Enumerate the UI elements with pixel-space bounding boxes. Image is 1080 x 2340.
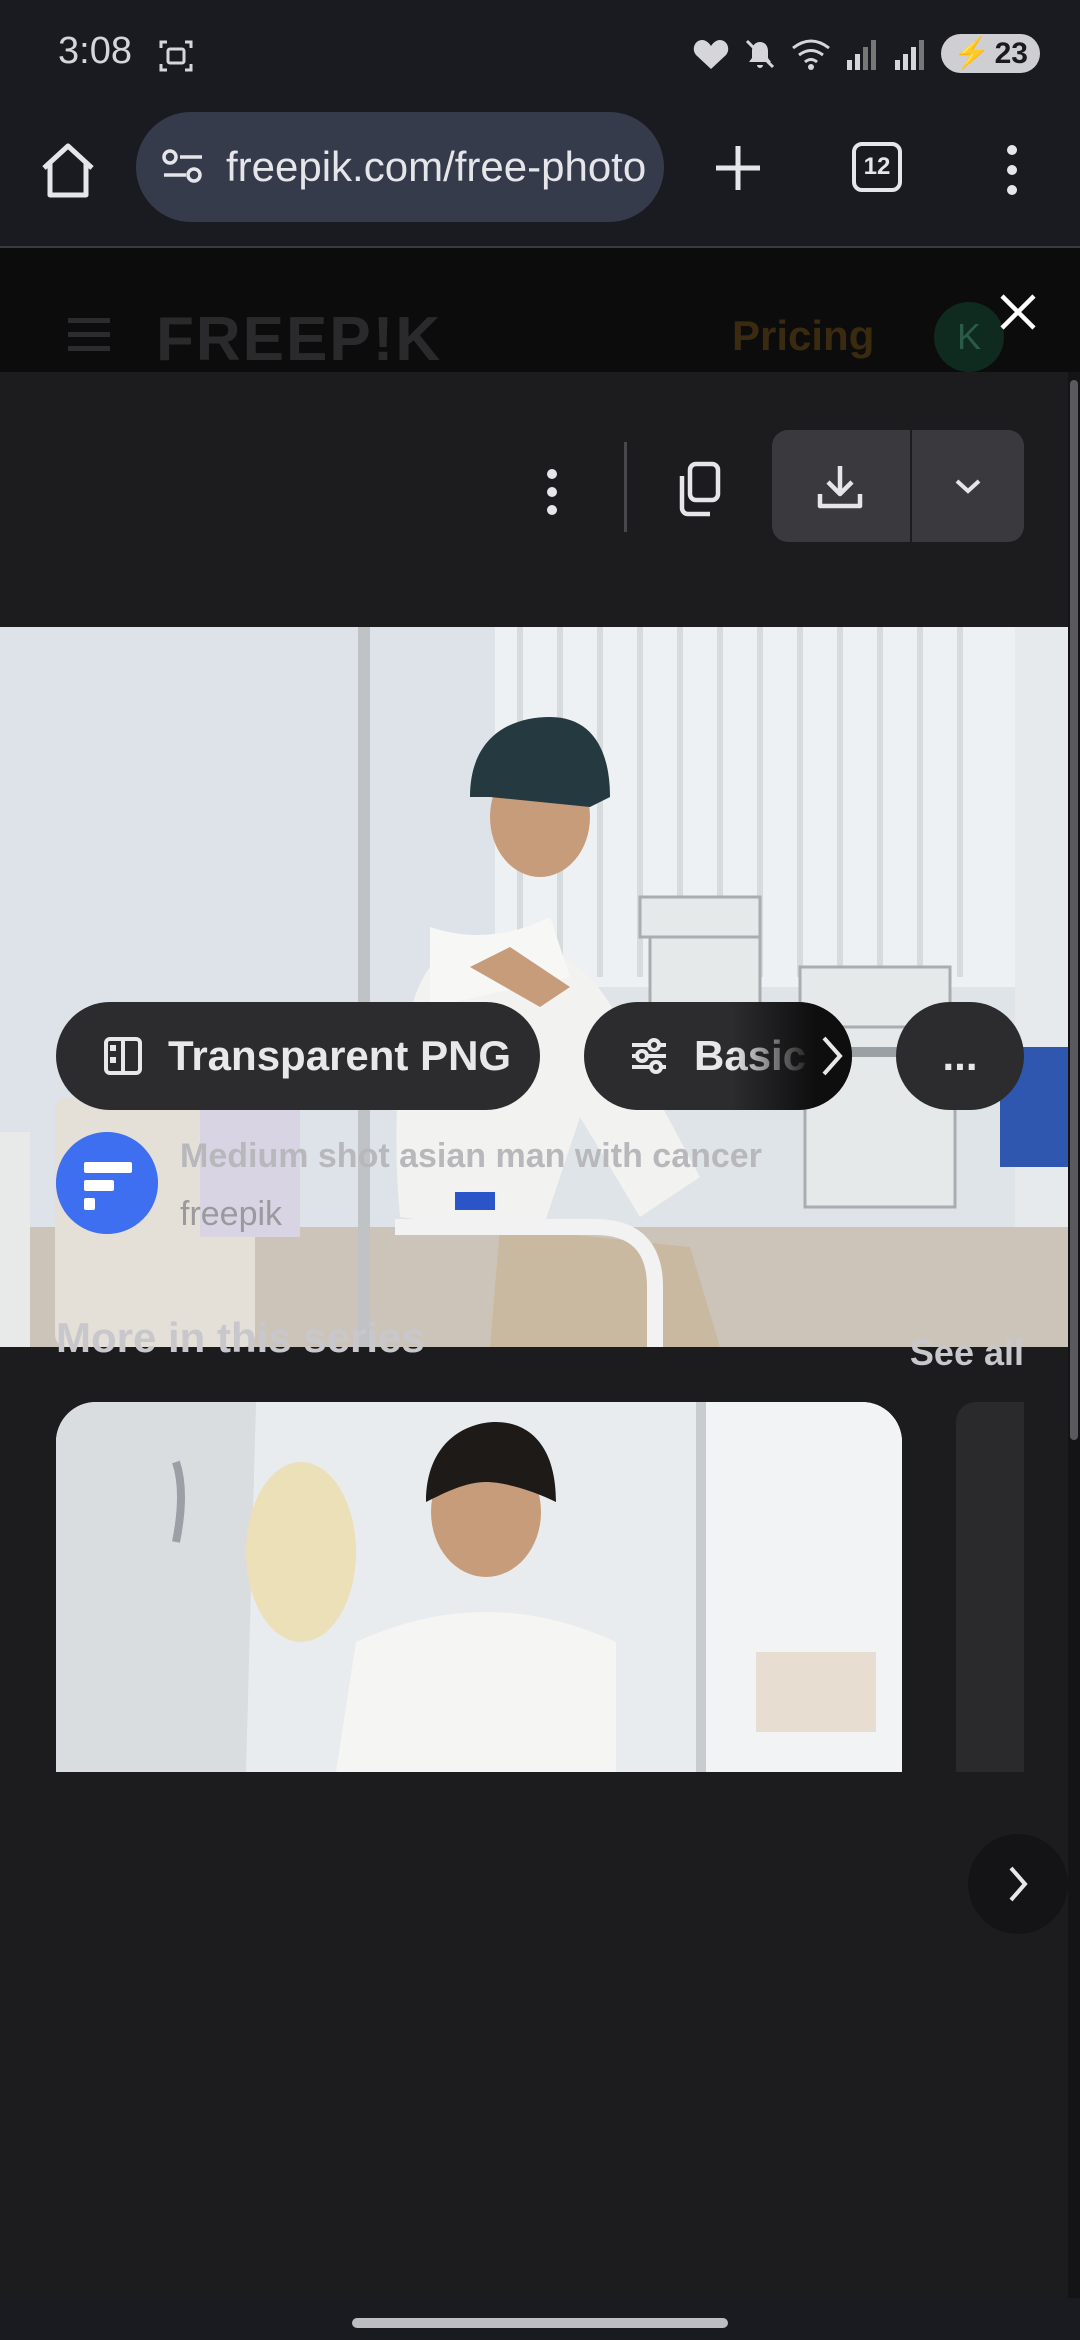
author-name[interactable]: freepik	[180, 1195, 282, 1234]
screenshot-icon	[159, 40, 193, 72]
bolt-icon: ⚡	[953, 37, 991, 70]
photo-title: Medium shot asian man with cancer	[180, 1137, 762, 1175]
see-all-link[interactable]: See all	[910, 1332, 1024, 1374]
mute-icon	[746, 39, 775, 68]
signal-icon-2	[895, 39, 925, 70]
freepik-logo[interactable]: FREEP!K	[156, 304, 442, 375]
tab-switcher-button[interactable]: 12	[852, 142, 902, 192]
series-heading: More in this series	[56, 1314, 425, 1361]
photo-detail-modal: Transparent PNG Basic ... Medium shot as…	[0, 372, 1068, 2340]
download-options-button[interactable]	[912, 430, 1024, 542]
more-tools-label: ...	[942, 1032, 978, 1079]
freepik-author-logo[interactable]	[56, 1132, 158, 1234]
transparent-png-icon	[104, 1037, 142, 1075]
close-icon[interactable]	[994, 288, 1042, 336]
modal-scrollbar-thumb[interactable]	[1070, 380, 1078, 1440]
chevron-right-icon	[1009, 1866, 1028, 1902]
sliders-icon	[632, 1038, 666, 1074]
browser-menu-icon[interactable]	[994, 138, 1030, 202]
more-options-icon[interactable]	[530, 462, 574, 522]
status-icons: ⚡ 23	[693, 34, 1040, 73]
download-button-group	[772, 430, 1024, 542]
battery-level: 23	[994, 36, 1028, 70]
copy-icon[interactable]	[670, 458, 730, 522]
address-bar[interactable]: freepik.com/free-photo	[136, 112, 664, 222]
heart-icon	[694, 39, 729, 69]
toolbar-divider	[624, 442, 627, 532]
main-photo[interactable]	[0, 627, 1068, 1347]
download-icon	[817, 466, 863, 509]
chevron-right-icon[interactable]	[818, 1032, 846, 1080]
download-button[interactable]	[772, 430, 908, 542]
basic-edit-chip[interactable]: Basic	[584, 1002, 852, 1110]
tab-count: 12	[863, 153, 891, 180]
avatar-letter: K	[956, 316, 981, 357]
system-nav-bar	[0, 2298, 1080, 2340]
home-gesture-pill[interactable]	[352, 2318, 728, 2328]
status-bar: 3:08 ⚡ 23	[0, 0, 1080, 110]
home-icon[interactable]	[36, 138, 100, 202]
chevron-down-icon	[955, 479, 981, 494]
signal-icon	[847, 39, 877, 70]
transparent-png-label: Transparent PNG	[168, 1032, 512, 1079]
carousel-next-button[interactable]	[968, 1834, 1068, 1934]
browser-toolbar: freepik.com/free-photo 12	[0, 110, 1080, 248]
new-tab-icon[interactable]	[706, 136, 770, 200]
url-text[interactable]: freepik.com/free-photo	[226, 143, 646, 191]
site-header: FREEP!K Pricing K	[0, 248, 1080, 375]
status-time: 3:08	[58, 30, 132, 72]
site-settings-icon[interactable]	[160, 144, 206, 190]
series-thumbnail[interactable]	[56, 1402, 902, 1772]
wifi-icon	[792, 39, 831, 70]
transparent-png-chip[interactable]: Transparent PNG	[56, 1002, 540, 1110]
pricing-link[interactable]: Pricing	[732, 312, 874, 360]
series-thumbnail-next[interactable]	[956, 1402, 1024, 1772]
battery-indicator: ⚡ 23	[941, 34, 1040, 73]
hamburger-icon[interactable]	[68, 318, 110, 360]
more-tools-chip[interactable]: ...	[896, 1002, 1024, 1110]
